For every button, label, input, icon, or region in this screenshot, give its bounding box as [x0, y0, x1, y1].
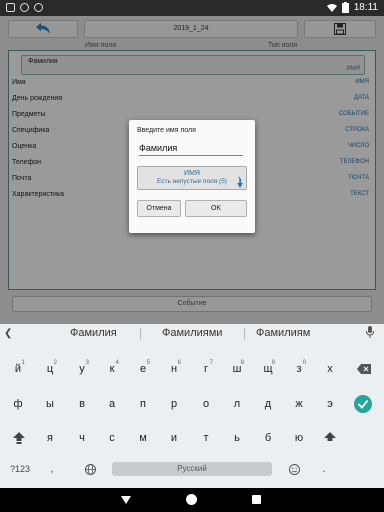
enter-key[interactable] — [354, 395, 372, 413]
field-type-picker[interactable]: ИМЯ Есть непустые поля (5) — [137, 166, 247, 190]
field-name-dialog: Введите имя поля ИМЯ Есть непустые поля … — [129, 120, 255, 233]
cancel-button[interactable]: Отмена — [137, 200, 181, 217]
key-е[interactable]: е5 — [131, 358, 155, 380]
sync-icon — [20, 3, 29, 12]
key-в[interactable]: в — [70, 393, 94, 415]
suggestion-1[interactable]: Фамилия — [70, 327, 117, 339]
key-г[interactable]: г7 — [194, 358, 218, 380]
key-ф[interactable]: ф — [6, 393, 30, 415]
key-ь[interactable]: ь — [225, 427, 249, 449]
key-ы[interactable]: ы — [38, 393, 62, 415]
key-и[interactable]: и — [162, 427, 186, 449]
status-bar: 18:11 — [0, 0, 384, 16]
key-ц[interactable]: ц2 — [38, 358, 62, 380]
period-key[interactable]: . — [312, 458, 336, 480]
shift-arrow-icon — [324, 432, 336, 442]
picker-type-label: ИМЯ — [184, 170, 200, 177]
divider — [244, 328, 245, 340]
picker-note: Есть непустые поля (5) — [157, 178, 227, 185]
key-у[interactable]: у3 — [70, 358, 94, 380]
smiley-icon — [288, 463, 300, 475]
key-ю[interactable]: ю — [287, 427, 311, 449]
dialog-title: Введите имя поля — [137, 127, 196, 134]
key-я[interactable]: я — [38, 427, 62, 449]
key-э[interactable]: э — [318, 393, 342, 415]
navigation-bar — [0, 488, 384, 512]
comma-key[interactable]: , — [40, 458, 64, 480]
soft-keyboard: ❮ Фамилия Фамилиями Фамилиям й1 ц2 у3 к4… — [0, 324, 384, 488]
suggestion-strip: ❮ Фамилия Фамилиями Фамилиям — [0, 324, 384, 344]
space-key[interactable]: Русский — [112, 462, 272, 476]
divider — [140, 328, 141, 340]
shift-arrow-icon — [13, 432, 25, 445]
key-х[interactable]: х — [318, 358, 342, 380]
suggestion-3[interactable]: Фамилиям — [256, 327, 310, 339]
key-к[interactable]: к4 — [100, 358, 124, 380]
key-м[interactable]: м — [131, 427, 155, 449]
suggestion-2[interactable]: Фамилиями — [162, 327, 222, 339]
key-shift-right[interactable] — [318, 427, 342, 449]
key-б[interactable]: б — [256, 427, 280, 449]
shift-key[interactable] — [6, 427, 32, 449]
key-н[interactable]: н6 — [162, 358, 186, 380]
battery-icon — [341, 2, 349, 13]
key-а[interactable]: а — [100, 393, 124, 415]
emoji-key[interactable] — [282, 458, 306, 480]
nav-back-icon[interactable] — [121, 496, 131, 504]
key-ш[interactable]: ш8 — [225, 358, 249, 380]
checkmark-icon — [357, 399, 369, 409]
notification-icon — [6, 3, 15, 12]
key-д[interactable]: д — [256, 393, 280, 415]
ok-button[interactable]: OK — [185, 200, 247, 217]
globe-icon — [84, 463, 96, 475]
arrow-down-icon — [237, 176, 243, 188]
wifi-icon — [326, 3, 337, 12]
chevron-left-icon[interactable]: ❮ — [4, 328, 12, 339]
nav-recents-icon[interactable] — [252, 495, 261, 504]
symbols-key[interactable]: ?123 — [4, 458, 36, 480]
key-р[interactable]: р — [162, 393, 186, 415]
key-о[interactable]: о — [194, 393, 218, 415]
key-з[interactable]: з0 — [287, 358, 311, 380]
key-с[interactable]: с — [100, 427, 124, 449]
backspace-key[interactable] — [350, 358, 378, 380]
microphone-icon[interactable] — [366, 326, 374, 338]
key-л[interactable]: л — [225, 393, 249, 415]
key-ж[interactable]: ж — [287, 393, 311, 415]
status-time: 18:11 — [353, 2, 378, 13]
nav-home-icon[interactable] — [186, 494, 197, 505]
key-й[interactable]: й1 — [6, 358, 30, 380]
key-щ[interactable]: щ9 — [256, 358, 280, 380]
backspace-icon — [357, 364, 371, 375]
key-ч[interactable]: ч — [70, 427, 94, 449]
key-п[interactable]: п — [131, 393, 155, 415]
key-т[interactable]: т — [194, 427, 218, 449]
circle-icon — [34, 3, 43, 12]
language-key[interactable] — [78, 458, 102, 480]
field-name-input[interactable] — [139, 142, 243, 156]
